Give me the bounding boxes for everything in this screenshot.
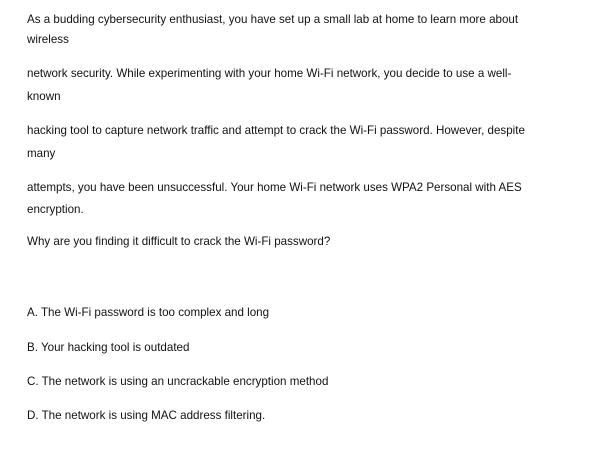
- question-line: network security. While experimenting wi…: [27, 67, 512, 80]
- question-line: wireless: [27, 33, 69, 46]
- option-a: A. The Wi-Fi password is too complex and…: [27, 306, 270, 319]
- option-d: D. The network is using MAC address filt…: [27, 409, 266, 422]
- question-line: attempts, you have been unsuccessful. Yo…: [27, 181, 522, 194]
- option-b: B. Your hacking tool is outdated: [27, 341, 190, 354]
- question-line: As a budding cybersecurity enthusiast, y…: [27, 13, 519, 26]
- question-line: encryption.: [27, 203, 84, 216]
- question-line: many: [27, 147, 56, 160]
- question-line: hacking tool to capture network traffic …: [27, 124, 525, 137]
- question-prompt: Why are you finding it difficult to crac…: [27, 235, 331, 248]
- question-line: known: [27, 90, 61, 103]
- option-c: C. The network is using an uncrackable e…: [27, 375, 329, 388]
